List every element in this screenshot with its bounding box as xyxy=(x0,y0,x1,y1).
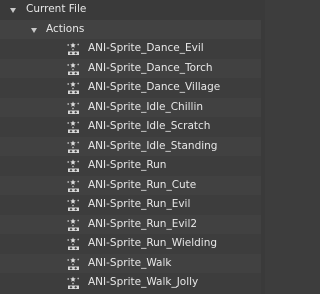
action-list-item[interactable]: ANI-Sprite_Walk_Jolly xyxy=(0,273,265,293)
action-list: ANI-Sprite_Dance_Evil ANI-Sprite_Dance_To… xyxy=(0,39,265,293)
action-name: ANI-Sprite_Idle_Standing xyxy=(88,139,218,152)
action-list-item[interactable]: ANI-Sprite_Idle_Standing xyxy=(0,136,265,156)
action-name: ANI-Sprite_Idle_Chillin xyxy=(88,100,204,113)
action-list-item[interactable]: ANI-Sprite_Dance_Torch xyxy=(0,58,265,78)
scrollbar-track[interactable] xyxy=(261,0,265,294)
actions-label: Actions xyxy=(46,22,85,35)
action-name: ANI-Sprite_Run xyxy=(88,159,167,171)
action-icon xyxy=(66,178,82,193)
action-name: ANI-Sprite_Idle_Scratch xyxy=(88,120,211,132)
action-name: ANI-Sprite_Run_Evil2 xyxy=(88,217,198,230)
action-list-item[interactable]: ANI-Sprite_Run_Cute xyxy=(0,175,265,195)
expand-triangle-icon[interactable] xyxy=(31,27,37,33)
action-icon xyxy=(66,197,82,212)
action-name: ANI-Sprite_Run_Wielding xyxy=(88,237,218,249)
action-name: ANI-Sprite_Dance_Torch xyxy=(88,61,213,74)
tree-row-current-file[interactable]: Current File xyxy=(0,0,265,20)
outliner-panel: Current File Actions ANI-Sprite_Dance_Ev… xyxy=(0,0,265,294)
action-name: ANI-Sprite_Dance_Village xyxy=(88,81,221,93)
action-list-item[interactable]: ANI-Sprite_Dance_Village xyxy=(0,78,265,98)
action-icon xyxy=(66,256,82,271)
action-list-item[interactable]: ANI-Sprite_Dance_Evil xyxy=(0,39,265,59)
action-list-item[interactable]: ANI-Sprite_Idle_Chillin xyxy=(0,97,265,117)
action-icon xyxy=(66,139,82,154)
action-icon xyxy=(66,275,82,290)
action-icon xyxy=(66,61,82,76)
action-icon xyxy=(66,80,82,95)
action-icon xyxy=(66,158,82,173)
tree-row-actions[interactable]: Actions xyxy=(0,19,265,39)
action-icon xyxy=(66,100,82,115)
expand-triangle-icon[interactable] xyxy=(10,8,16,13)
action-icon xyxy=(66,236,82,251)
action-name: ANI-Sprite_Dance_Evil xyxy=(88,42,204,54)
action-name: ANI-Sprite_Run_Cute xyxy=(88,178,197,191)
action-list-item[interactable]: ANI-Sprite_Run_Evil2 xyxy=(0,214,265,234)
action-name: ANI-Sprite_Walk_Jolly xyxy=(88,276,199,288)
action-name: ANI-Sprite_Run_Evil xyxy=(88,198,191,210)
action-list-item[interactable]: ANI-Sprite_Run_Evil xyxy=(0,195,265,215)
action-icon xyxy=(66,41,82,56)
action-list-item[interactable]: ANI-Sprite_Run_Wielding xyxy=(0,234,265,254)
action-icon xyxy=(66,119,82,134)
action-icon xyxy=(66,217,82,232)
action-list-item[interactable]: ANI-Sprite_Run xyxy=(0,156,265,176)
current-file-label: Current File xyxy=(26,3,87,15)
action-list-item[interactable]: ANI-Sprite_Walk xyxy=(0,253,265,273)
action-name: ANI-Sprite_Walk xyxy=(88,256,172,269)
action-list-item[interactable]: ANI-Sprite_Idle_Scratch xyxy=(0,117,265,137)
